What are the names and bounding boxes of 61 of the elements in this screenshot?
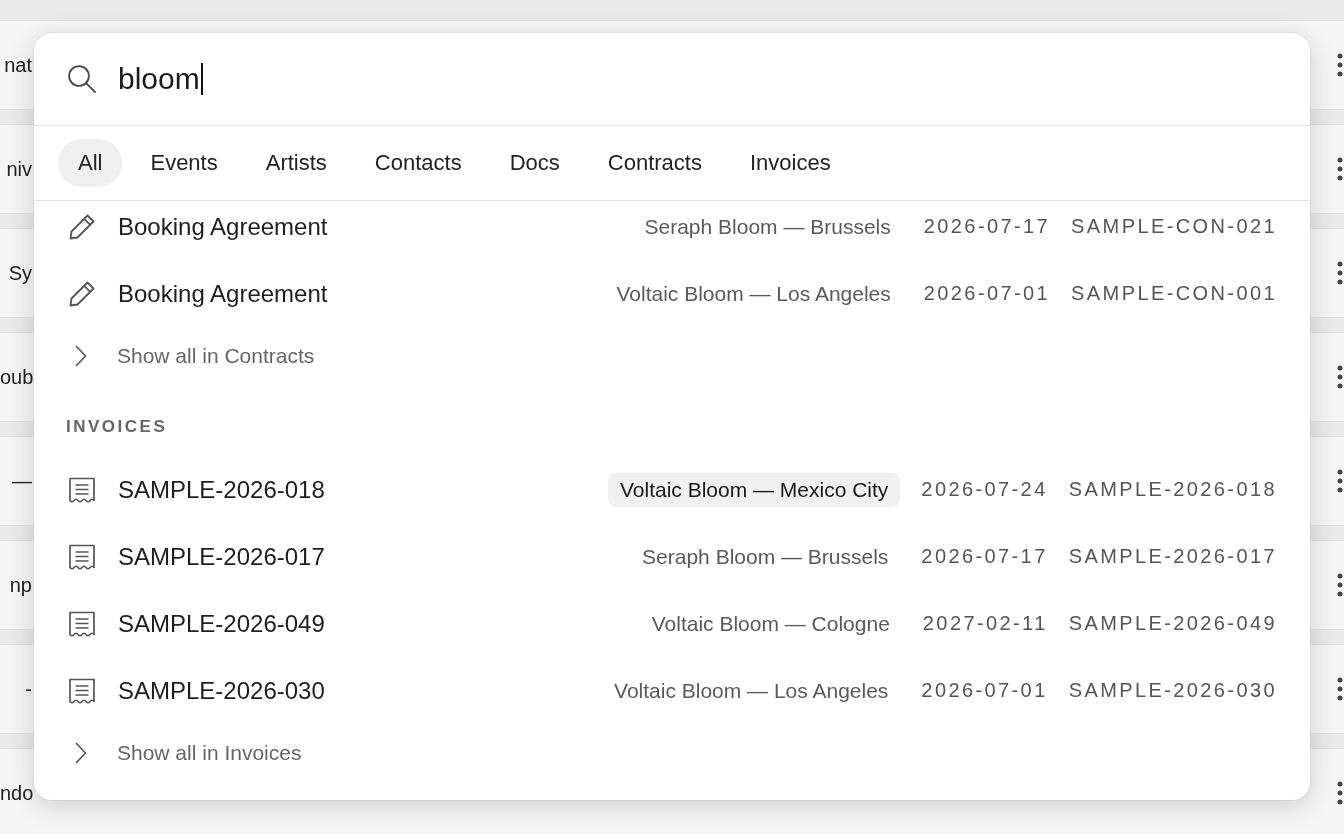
filter-tab[interactable]: Invoices [729,139,851,187]
show-all-link[interactable]: Show all in Contracts [75,344,315,368]
result-title[interactable]: Booking Agreement [118,212,328,241]
receipt-icon [68,476,96,503]
filter-tab[interactable]: Contacts [354,139,482,187]
more-icon[interactable] [1337,157,1343,181]
result-reference: SAMPLE-CON-001 [1071,282,1277,305]
filter-tab[interactable]: Docs [489,139,580,187]
more-icon[interactable] [1337,677,1343,701]
more-icon[interactable] [1337,469,1343,493]
result-subtitle: Voltaic Bloom — Los Angeles [615,280,892,307]
result-date: 2026-07-17 [923,215,1051,238]
more-icon[interactable] [1337,781,1343,805]
result-reference: SAMPLE-2026-030 [1068,679,1277,702]
result-reference: SAMPLE-2026-018 [1068,478,1277,501]
result-date: 2026-07-01 [921,679,1048,702]
receipt-icon [68,543,96,570]
row-title: — [12,469,32,492]
result-reference: SAMPLE-2026-049 [1068,612,1277,635]
receipt-icon [68,677,96,704]
more-icon[interactable] [1337,261,1343,285]
result-title[interactable]: SAMPLE-2026-018 [118,475,325,504]
result-title[interactable]: SAMPLE-2026-030 [118,676,325,705]
result-date: 2026-07-24 [921,478,1048,501]
show-all-link[interactable]: Show all in Invoices [75,741,302,765]
result-subtitle: Voltaic Bloom — Mexico City [607,472,901,507]
result-date: 2027-02-11 [922,612,1048,635]
search-icon [68,65,96,93]
result-date: 2026-07-01 [923,282,1051,305]
more-icon[interactable] [1337,573,1343,597]
pencil-icon [68,279,96,308]
filter-tab[interactable]: Artists [245,139,347,187]
filter-tab[interactable]: Events [130,139,238,187]
more-icon[interactable] [1337,53,1343,77]
result-title[interactable]: SAMPLE-2026-017 [118,542,325,571]
result-subtitle: Voltaic Bloom — Los Angeles [613,677,890,704]
filter-tab[interactable]: Contracts [587,139,722,187]
row-title: niv [6,157,32,180]
result-subtitle: Voltaic Bloom — Cologne [650,610,891,637]
search-field[interactable]: bloom [118,55,1280,103]
result-subtitle: Seraph Bloom — Brussels [641,543,890,570]
row-title: - [25,677,32,700]
result-title[interactable]: Booking Agreement [118,279,328,308]
row-title: ndo [0,781,34,804]
result-reference: SAMPLE-CON-021 [1071,215,1277,238]
receipt-icon [68,610,96,637]
pencil-icon [68,212,96,241]
result-date: 2026-07-17 [921,545,1048,568]
row-title: oub [0,365,34,388]
result-reference: SAMPLE-2026-017 [1068,545,1277,568]
chevron-right-icon [75,742,87,764]
filter-tab[interactable]: All [58,139,123,187]
chevron-right-icon [75,345,87,367]
result-title[interactable]: SAMPLE-2026-049 [118,609,325,638]
row-title: np [9,573,32,596]
more-icon[interactable] [1337,365,1343,389]
row-title: Sy [8,261,32,284]
section-heading: INVOICES [66,417,168,437]
text-cursor-icon [200,63,203,95]
row-title: nat [4,53,32,76]
result-subtitle: Seraph Bloom — Brussels [643,213,892,240]
